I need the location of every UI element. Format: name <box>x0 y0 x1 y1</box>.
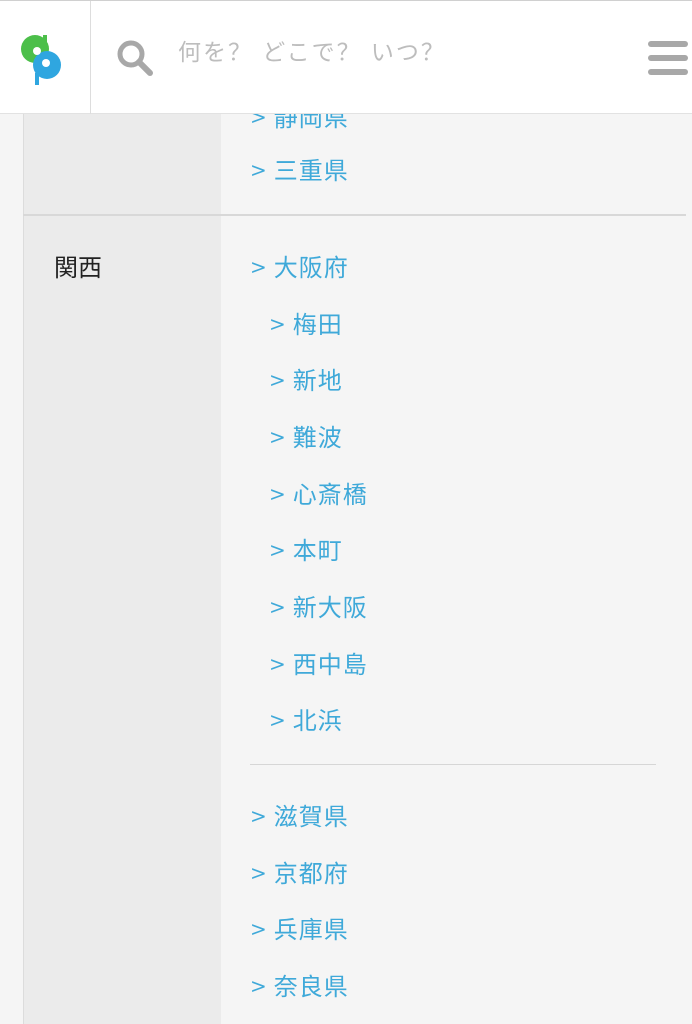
chevron-right-icon: > <box>250 861 268 885</box>
link-area[interactable]: > 北浜 <box>269 701 343 736</box>
chevron-right-icon: > <box>269 425 287 449</box>
chevron-right-icon: > <box>250 974 268 998</box>
chevron-right-icon: > <box>250 917 268 941</box>
chevron-right-icon: > <box>269 708 287 732</box>
link-prefecture[interactable]: > 奈良県 <box>250 967 349 1002</box>
region-label-kansai: 関西 <box>54 254 102 282</box>
chevron-right-icon: > <box>269 368 287 392</box>
chevron-right-icon: > <box>269 312 287 336</box>
chevron-right-icon: > <box>269 482 287 506</box>
hamburger-menu-icon[interactable] <box>648 41 688 75</box>
chevron-right-icon: > <box>269 652 287 676</box>
link-prefecture[interactable]: > 滋賀県 <box>250 797 349 832</box>
link-prefecture-osaka[interactable]: > 大阪府 <box>250 248 349 283</box>
row-divider <box>23 214 686 216</box>
link-area[interactable]: > 新大阪 <box>269 588 368 623</box>
group-divider <box>250 764 656 765</box>
link-area[interactable]: > 新地 <box>269 361 343 396</box>
app-logo <box>21 35 61 85</box>
region-table <box>23 0 687 1024</box>
link-area[interactable]: > 梅田 <box>269 305 343 340</box>
search-input[interactable] <box>178 31 598 75</box>
link-area[interactable]: > 心斎橋 <box>269 475 368 510</box>
chevron-right-icon: > <box>250 804 268 828</box>
link-area[interactable]: > 難波 <box>269 418 343 453</box>
link-area[interactable]: > 西中島 <box>269 645 368 680</box>
chevron-right-icon: > <box>269 595 287 619</box>
search-icon[interactable] <box>116 39 154 77</box>
chevron-right-icon: > <box>250 158 268 182</box>
link-area[interactable]: > 本町 <box>269 531 343 566</box>
link-prefecture[interactable]: > 三重県 <box>250 151 349 186</box>
top-header <box>0 0 692 114</box>
link-prefecture[interactable]: > 京都府 <box>250 854 349 889</box>
chevron-right-icon: > <box>269 538 287 562</box>
region-label-column <box>24 0 221 1024</box>
chevron-right-icon: > <box>250 255 268 279</box>
link-prefecture[interactable]: > 兵庫県 <box>250 910 349 945</box>
logo-link[interactable] <box>0 1 91 114</box>
